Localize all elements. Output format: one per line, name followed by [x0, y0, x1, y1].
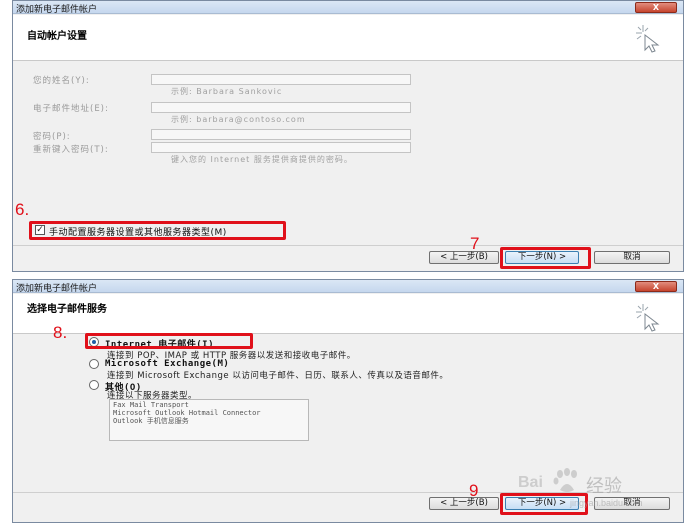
window-title: 添加新电子邮件帐户 — [16, 5, 98, 15]
name-field[interactable] — [151, 74, 411, 85]
baidu-jingyan-watermark: Bai 经验 jingyan.baidu.com — [508, 468, 688, 518]
password-field[interactable] — [151, 129, 411, 140]
step-7-annotation: 7 — [470, 234, 480, 253]
other-radio[interactable] — [89, 380, 99, 390]
auto-account-setup-dialog: 添加新电子邮件帐户 X 自动帐户设置 您的姓名(Y): 示例: Barbara … — [12, 0, 684, 272]
window-title: 添加新电子邮件帐户 — [16, 284, 98, 294]
back-button[interactable]: < 上一步(B) — [429, 251, 499, 264]
list-item[interactable]: Fax Mail Transport — [113, 401, 305, 409]
name-label: 您的姓名(Y): — [33, 76, 90, 86]
retype-password-label: 重新键入密码(T): — [33, 145, 109, 155]
cancel-button[interactable]: 取消 — [594, 251, 670, 264]
exchange-description: 连接到 Microsoft Exchange 以访问电子邮件、日历、联系人、传真… — [107, 371, 449, 381]
highlight-box-step6 — [29, 221, 286, 240]
title-bar: 添加新电子邮件帐户 X — [13, 280, 683, 294]
cursor-sparkle-icon — [636, 25, 660, 53]
step-6-annotation: 6. — [15, 200, 30, 219]
email-field[interactable] — [151, 102, 411, 113]
watermark-url: jingyan.baidu.com — [570, 498, 643, 508]
highlight-box-step8 — [85, 333, 253, 349]
list-item[interactable]: Microsoft Outlook Hotmail Connector — [113, 409, 305, 417]
email-hint: 示例: barbara@contoso.com — [171, 115, 306, 124]
footer-divider — [13, 245, 683, 246]
watermark-brand: Bai — [518, 474, 543, 491]
dialog-header: 选择电子邮件服务 — [13, 294, 683, 334]
page-title: 选择电子邮件服务 — [27, 304, 107, 315]
other-server-types-list[interactable]: Fax Mail Transport Microsoft Outlook Hot… — [109, 399, 309, 441]
retype-password-field[interactable] — [151, 142, 411, 153]
back-button[interactable]: < 上一步(B) — [429, 497, 499, 510]
password-hint: 键入您的 Internet 服务提供商提供的密码。 — [171, 155, 353, 164]
step-8-annotation: 8. — [53, 323, 68, 342]
page-title: 自动帐户设置 — [27, 31, 87, 42]
email-label: 电子邮件地址(E): — [33, 104, 109, 114]
cursor-sparkle-icon — [636, 304, 660, 332]
close-button[interactable]: X — [635, 2, 677, 13]
highlight-box-step7 — [500, 247, 591, 269]
exchange-label: Microsoft Exchange(M) — [105, 359, 230, 369]
close-button[interactable]: X — [635, 281, 677, 292]
list-item[interactable]: Outlook 手机信息服务 — [113, 417, 305, 425]
exchange-radio[interactable] — [89, 359, 99, 369]
watermark-text: 经验 — [586, 476, 622, 496]
dialog-header: 自动帐户设置 — [13, 15, 683, 61]
paw-icon — [553, 468, 577, 492]
name-hint: 示例: Barbara Sankovic — [171, 87, 283, 96]
title-bar: 添加新电子邮件帐户 X — [13, 1, 683, 15]
password-label: 密码(P): — [33, 132, 71, 142]
